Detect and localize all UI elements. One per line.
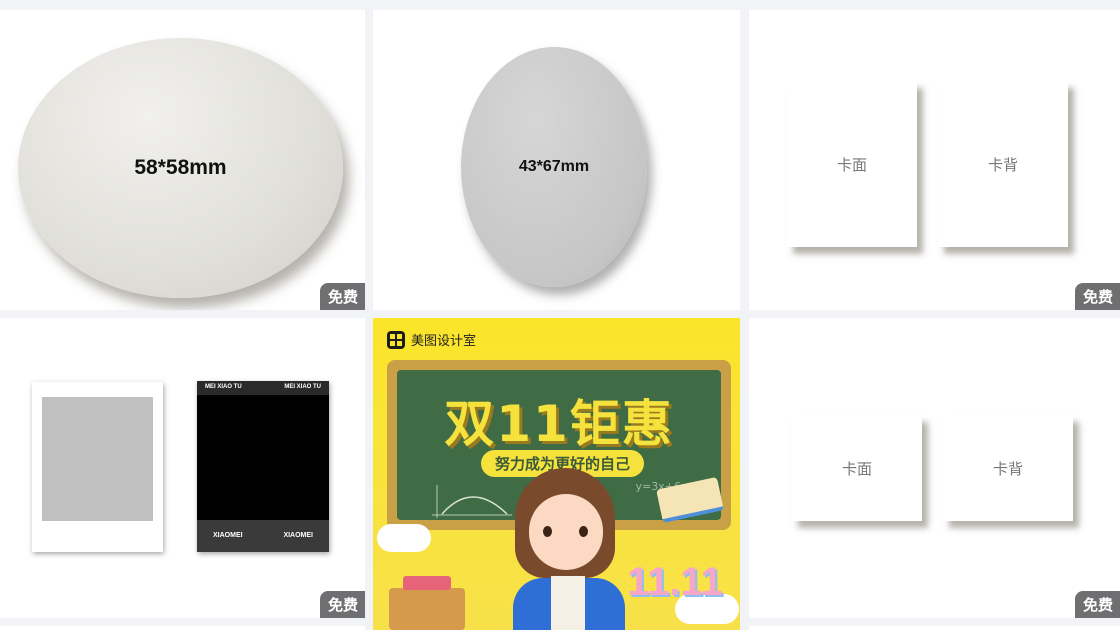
free-badge: 免费 — [319, 591, 365, 618]
oval-badge-preview: 43*67mm — [461, 47, 647, 287]
brand-text-top-right: MEI XIAO TU — [284, 384, 321, 390]
brand-text-top-left: MEI XIAO TU — [205, 384, 242, 390]
book-stack — [403, 576, 451, 590]
photo-placeholder — [42, 397, 153, 521]
polaroid-frame — [32, 382, 163, 552]
desk — [389, 588, 465, 630]
card-back-sheet: 卡背 — [943, 415, 1073, 521]
black-photo-card: MEI XIAO TU MEI XIAO TU XIAOMEI XIAOMEI — [197, 381, 329, 552]
headline: 双11钜惠 — [444, 395, 674, 453]
free-badge: 免费 — [1074, 591, 1120, 618]
brand-header: 美图设计室 — [387, 330, 476, 349]
template-card-next-right[interactable] — [749, 626, 1120, 630]
brand-text-bottom-right: XIAOMEI — [283, 532, 313, 539]
card-back-sheet: 卡背 — [938, 81, 1068, 247]
card-front-label: 卡面 — [836, 155, 867, 174]
card-front-sheet: 卡面 — [787, 81, 917, 247]
card-back-label: 卡背 — [992, 459, 1023, 478]
round-badge-preview: 58*58mm — [18, 38, 343, 298]
card-front-label: 卡面 — [841, 459, 872, 478]
card-back-label: 卡背 — [987, 155, 1018, 174]
template-card-oval-43x67[interactable]: 43*67mm — [373, 10, 740, 310]
template-card-next-left[interactable] — [0, 626, 365, 630]
brand-name: 美图设计室 — [411, 334, 477, 349]
size-label: 43*67mm — [518, 158, 590, 175]
card-front-sheet: 卡面 — [792, 415, 922, 521]
template-card-polaroid[interactable]: MEI XIAO TU MEI XIAO TU XIAOMEI XIAOMEI … — [0, 318, 365, 618]
brand-text-bottom-left: XIAOMEI — [213, 532, 243, 539]
girl-illustration — [503, 468, 633, 630]
cloud-left — [377, 524, 431, 552]
promo-poster-card[interactable]: 美图设计室 双11钜惠 努力成为更好的自己 y=3x+6 11.11 — [373, 318, 740, 630]
template-card-two-sided[interactable]: 卡面 卡背 免费 — [749, 10, 1120, 310]
deco-number: 11.11 — [627, 560, 723, 604]
free-badge: 免费 — [319, 283, 365, 310]
brand-logo-icon — [387, 330, 405, 349]
template-card-round-58[interactable]: 58*58mm 免费 — [0, 10, 365, 310]
size-label: 58*58mm — [134, 156, 227, 179]
template-card-two-sided-landscape[interactable]: 卡面 卡背 免费 — [749, 318, 1120, 618]
free-badge: 免费 — [1074, 283, 1120, 310]
